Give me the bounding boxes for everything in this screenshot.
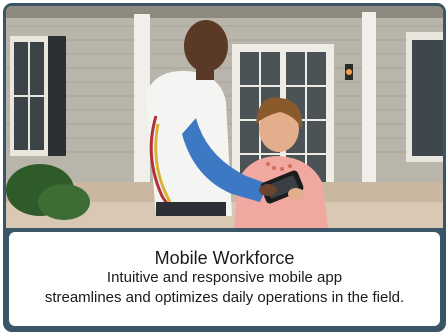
feature-photo xyxy=(6,6,443,228)
feature-description-line-2: streamlines and optimizes daily operatio… xyxy=(44,289,405,306)
feature-caption: Mobile Workforce Intuitive and responsiv… xyxy=(9,232,440,326)
feature-card[interactable]: Mobile Workforce Intuitive and responsiv… xyxy=(3,3,446,332)
feature-description-line-1: Intuitive and responsive mobile app xyxy=(106,269,343,286)
feature-title: Mobile Workforce xyxy=(154,248,295,268)
photo-illustration xyxy=(6,6,443,228)
